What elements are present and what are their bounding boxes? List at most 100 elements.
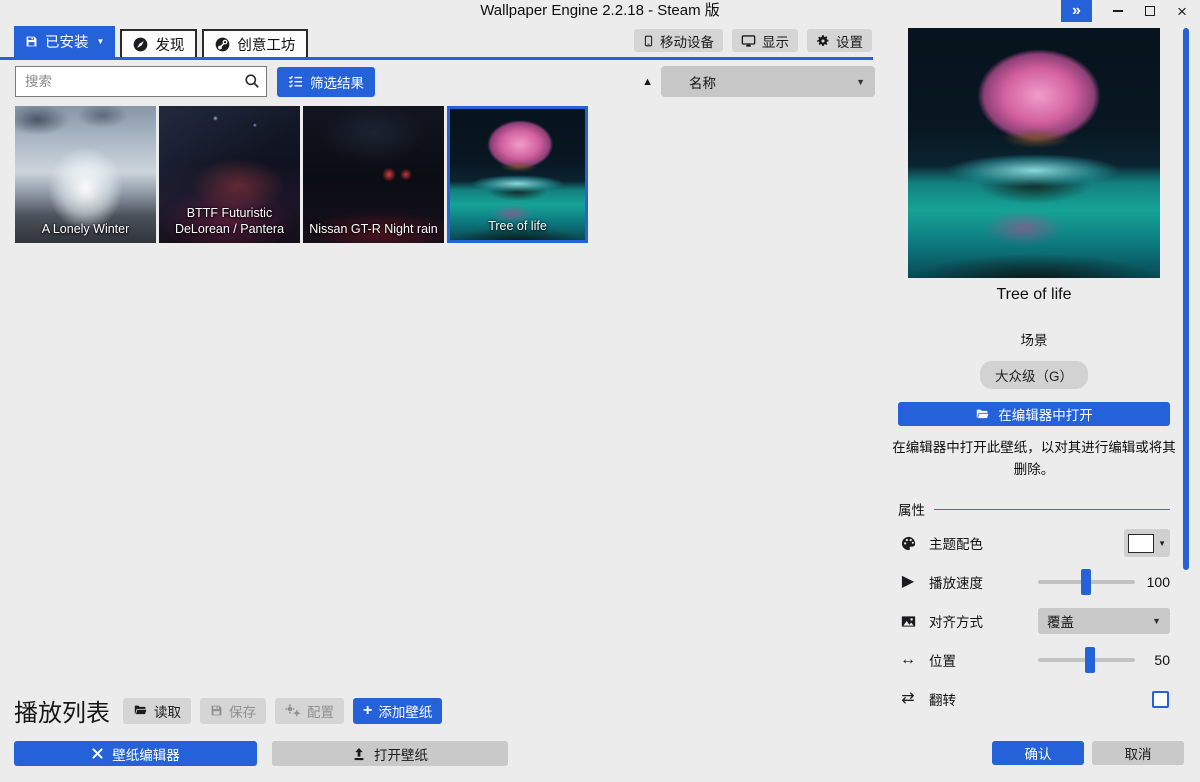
- disk-icon: [210, 704, 223, 717]
- palette-icon: [898, 536, 918, 551]
- display-label: 显示: [762, 31, 789, 51]
- open-wallpaper-label: 打开壁纸: [374, 744, 428, 764]
- tab-workshop[interactable]: 创意工坊: [202, 29, 308, 57]
- tab-underline: [0, 57, 873, 60]
- tab-installed[interactable]: 已安装 ▼: [14, 26, 115, 57]
- filter-list-icon: [288, 74, 303, 89]
- window-controls: » ×: [1061, 0, 1198, 22]
- settings-label: 设置: [836, 31, 863, 51]
- chevron-down-icon: ▼: [1158, 539, 1166, 548]
- filter-results-label: 筛选结果: [310, 72, 364, 92]
- alignment-dropdown[interactable]: 覆盖 ▼: [1038, 608, 1170, 634]
- crossed-tools-icon: [91, 747, 104, 760]
- wallpaper-title: Tree of life: [453, 218, 582, 234]
- gears-icon: [285, 704, 301, 717]
- playlist-save-button[interactable]: 保存: [200, 698, 266, 724]
- properties-header: 属性: [898, 499, 1170, 519]
- add-wallpaper-button[interactable]: + 添加壁纸: [353, 698, 442, 724]
- wallpaper-grid: A Lonely Winter BTTF Futuristic DeLorean…: [15, 106, 588, 243]
- top-actions: 移动设备 显示 设置: [634, 29, 872, 52]
- close-button[interactable]: ×: [1166, 0, 1198, 22]
- folder-open-icon: [133, 704, 148, 717]
- playback-speed-slider[interactable]: [1038, 568, 1135, 596]
- flip-row: ⇄ 翻转: [898, 685, 1170, 713]
- settings-button[interactable]: 设置: [807, 29, 872, 52]
- search-input[interactable]: [15, 66, 267, 97]
- wallpaper-thumbnail-lonely-winter[interactable]: A Lonely Winter: [15, 106, 156, 243]
- wallpaper-type-label: 场景: [898, 329, 1170, 349]
- wallpaper-thumbnail-tree-of-life-selected[interactable]: Tree of life: [447, 106, 588, 243]
- alignment-label: 对齐方式: [929, 611, 983, 631]
- position-row: ↔ 位置 50: [898, 646, 1170, 674]
- horizontal-arrows-icon: ↔: [898, 652, 918, 668]
- alignment-value: 覆盖: [1047, 611, 1074, 631]
- flip-checkbox[interactable]: [1152, 691, 1169, 708]
- wallpaper-preview-image: [908, 28, 1160, 278]
- playlist-configure-label: 配置: [307, 701, 334, 721]
- collapse-panel-button[interactable]: »: [1061, 0, 1092, 22]
- position-label: 位置: [929, 650, 956, 670]
- window-title: Wallpaper Engine 2.2.18 - Steam 版: [0, 0, 1200, 21]
- position-slider[interactable]: [1038, 646, 1135, 674]
- maximize-button[interactable]: [1134, 0, 1166, 22]
- playlist-load-button[interactable]: 读取: [123, 698, 191, 724]
- open-in-editor-label: 在编辑器中打开: [998, 404, 1093, 424]
- upload-icon: [352, 747, 366, 761]
- panel-scrollbar[interactable]: [1183, 28, 1189, 570]
- rating-badge: 大众级（G）: [980, 361, 1088, 389]
- wallpaper-thumbnail-bttf-delorean[interactable]: BTTF Futuristic DeLorean / Pantera: [159, 106, 300, 243]
- sort-dropdown-value: 名称: [689, 72, 716, 92]
- swap-arrows-icon: ⇄: [898, 691, 918, 707]
- confirm-row: 确认 取消: [992, 741, 1184, 765]
- disk-icon: [25, 35, 38, 48]
- wallpaper-title: Nissan GT-R Night rain: [306, 221, 441, 237]
- image-icon: [898, 614, 918, 629]
- color-swatch-white: [1128, 534, 1154, 553]
- app-window: Wallpaper Engine 2.2.18 - Steam 版 » × 已安…: [0, 0, 1200, 782]
- playlist-header: 播放列表: [14, 693, 110, 728]
- minimize-button[interactable]: [1102, 0, 1134, 22]
- properties-header-label: 属性: [898, 499, 925, 519]
- open-wallpaper-button[interactable]: 打开壁纸: [272, 741, 508, 766]
- open-in-editor-button[interactable]: 在编辑器中打开: [898, 402, 1170, 426]
- phone-icon: [643, 34, 654, 48]
- gear-icon: [816, 34, 830, 48]
- search-icon: [244, 73, 260, 89]
- tab-label: 创意工坊: [237, 34, 295, 55]
- monitor-icon: [741, 34, 756, 48]
- main-tabs: 已安装 ▼ 发现 创意工坊: [14, 26, 308, 57]
- chevron-down-icon: ▼: [856, 77, 865, 87]
- wallpaper-editor-label: 壁纸编辑器: [112, 744, 180, 764]
- theme-color-row: 主题配色 ▼: [898, 529, 1170, 557]
- wallpaper-title: A Lonely Winter: [18, 221, 153, 237]
- slider-thumb[interactable]: [1081, 569, 1091, 595]
- sort-dropdown[interactable]: 名称 ▼: [661, 66, 875, 97]
- wallpaper-thumbnail-nissan-gtr[interactable]: Nissan GT-R Night rain: [303, 106, 444, 243]
- plus-icon: +: [363, 703, 372, 719]
- playlist-configure-button[interactable]: 配置: [275, 698, 344, 724]
- chevron-down-icon: ▼: [97, 37, 105, 46]
- playlist-save-label: 保存: [229, 701, 256, 721]
- minimize-icon: [1113, 10, 1123, 12]
- title-bar: Wallpaper Engine 2.2.18 - Steam 版 » ×: [0, 0, 1200, 22]
- confirm-button[interactable]: 确认: [992, 741, 1084, 765]
- sort-ascending-button[interactable]: ▲: [634, 76, 661, 88]
- chevron-down-icon: ▼: [1152, 616, 1161, 626]
- mobile-device-button[interactable]: 移动设备: [634, 29, 723, 52]
- display-button[interactable]: 显示: [732, 29, 798, 52]
- flip-label: 翻转: [929, 689, 956, 709]
- tab-discover[interactable]: 发现: [120, 29, 197, 57]
- wallpaper-editor-button[interactable]: 壁纸编辑器: [14, 741, 257, 766]
- cancel-button[interactable]: 取消: [1092, 741, 1184, 765]
- rating-row: 大众级（G）: [898, 361, 1170, 389]
- compass-icon: [133, 37, 148, 52]
- playback-speed-row: ▶ 播放速度 100: [898, 568, 1170, 596]
- search-box: [15, 66, 267, 97]
- filter-results-button[interactable]: 筛选结果: [277, 67, 375, 97]
- alignment-row: 对齐方式 覆盖 ▼: [898, 607, 1170, 635]
- playlist-bar: 播放列表 读取 保存 配置 + 添加壁纸: [14, 693, 442, 728]
- position-value: 50: [1145, 652, 1170, 668]
- theme-color-picker[interactable]: ▼: [1124, 529, 1170, 557]
- slider-thumb[interactable]: [1085, 647, 1095, 673]
- mobile-device-label: 移动设备: [660, 31, 714, 51]
